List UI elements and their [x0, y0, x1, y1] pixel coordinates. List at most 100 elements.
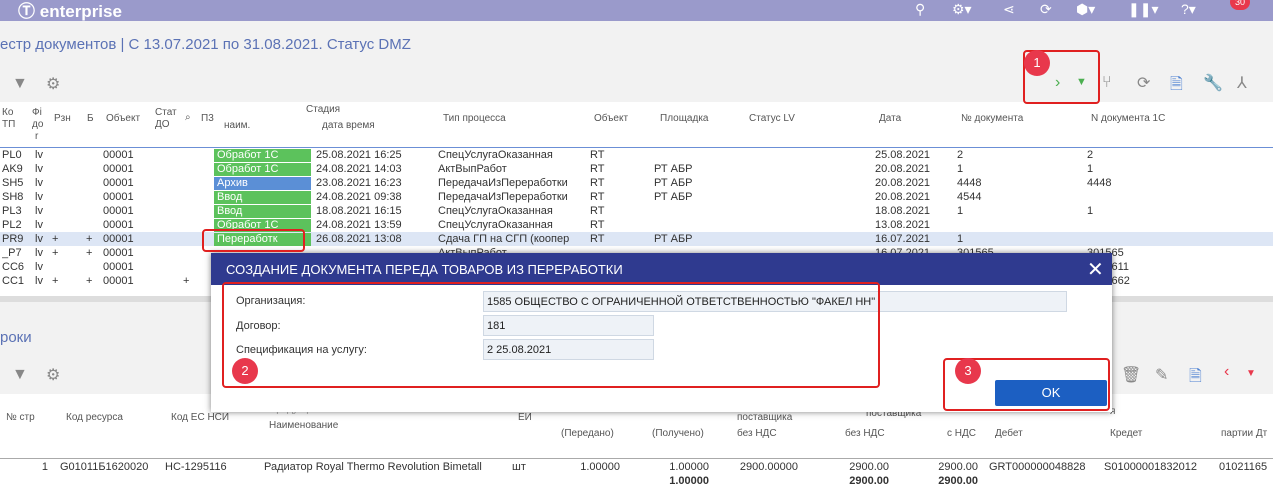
grid-cell-nd[interactable]: 2 [957, 149, 1077, 161]
lower-settings-icon[interactable]: ⚙ [46, 365, 60, 385]
col-do[interactable]: до [32, 119, 43, 130]
grid-cell-k[interactable]: SH5 [2, 177, 30, 189]
grid-cell-date[interactable]: 13.08.2021 [875, 219, 950, 231]
grid-cell-tip[interactable]: СпецУслугаОказанная [438, 149, 583, 161]
grid-cell-r[interactable]: + [52, 247, 62, 259]
grid-cell-b[interactable]: + [86, 275, 96, 287]
col-without-vat-1[interactable]: без НДС [737, 428, 777, 439]
grid-cell-dt[interactable]: 25.08.2021 16:25 [316, 149, 434, 161]
col-line-no[interactable]: № стр [6, 412, 35, 423]
grid-cell-date[interactable]: 16.07.2021 [875, 233, 950, 245]
grid-cell-n1[interactable]: 301565 [1087, 247, 1273, 259]
col-with-vat[interactable]: с НДС [947, 428, 976, 439]
grid-cell-f[interactable]: lv [35, 247, 49, 259]
grid-cell-pl[interactable]: РТ АБР [654, 191, 734, 203]
col-debit[interactable]: Дебет [995, 428, 1023, 439]
col-process-type[interactable]: Тип процесса [443, 113, 506, 124]
col-es-code[interactable]: Код ЕС НСИ [171, 412, 229, 423]
col-object[interactable]: Объект [594, 113, 628, 124]
pause-icon[interactable]: ❚❚▾ [1128, 0, 1159, 21]
grid-cell-pl[interactable]: РТ АБР [654, 163, 734, 175]
grid-cell-k[interactable]: CC6 [2, 261, 30, 273]
col-without-vat-2[interactable]: без НДС [845, 428, 885, 439]
notification-badge[interactable]: 30 [1230, 0, 1250, 10]
trash-icon[interactable]: 🗑 [1121, 365, 1141, 385]
document-icon[interactable]: 🗎 [1170, 73, 1183, 100]
grid-cell-ob[interactable]: RT [590, 149, 640, 161]
grid-cell-dt[interactable]: 24.08.2021 14:03 [316, 163, 434, 175]
col-received[interactable]: (Получено) [652, 428, 704, 439]
stage-badge[interactable]: Обработ 1С [214, 149, 311, 162]
grid-cell-f[interactable]: lv [35, 261, 49, 273]
col-fi[interactable]: Фi [32, 107, 42, 118]
grid-cell-nd[interactable]: 1 [957, 163, 1077, 175]
gear-icon[interactable]: ⚙▾ [952, 0, 972, 21]
grid-cell-n1[interactable]: 4448 [1087, 177, 1273, 189]
col-name[interactable]: Наименование [269, 420, 338, 431]
grid-cell-b[interactable]: + [86, 247, 96, 259]
stage-badge[interactable]: Архив [214, 177, 311, 190]
grid-cell-k[interactable]: _P7 [2, 247, 30, 259]
col-unit[interactable]: ЕИ [518, 412, 532, 423]
grid-cell-o[interactable]: 00001 [103, 219, 151, 231]
grid-cell-date[interactable]: 20.08.2021 [875, 177, 950, 189]
help-icon[interactable]: ?▾ [1181, 0, 1196, 21]
grid-cell-o[interactable]: 00001 [103, 191, 151, 203]
grid-cell-b[interactable]: + [86, 233, 96, 245]
grid-cell-f[interactable]: lv [35, 177, 49, 189]
col-stage[interactable]: Стадия [306, 104, 340, 115]
grid-cell-nd[interactable]: 1 [957, 205, 1077, 217]
stage-badge[interactable]: Обработ 1С [214, 163, 311, 176]
grid-cell-f[interactable]: lv [35, 191, 49, 203]
grid-cell-dt[interactable]: 24.08.2021 09:38 [316, 191, 434, 203]
grid-cell-o[interactable]: 00001 [103, 261, 151, 273]
lower-filter-icon[interactable]: ▼ [12, 366, 28, 384]
settings-icon[interactable]: ⚙ [46, 74, 60, 94]
grid-cell-date[interactable]: 20.08.2021 [875, 163, 950, 175]
grid-cell-tip[interactable]: СпецУслугаОказанная [438, 219, 583, 231]
attach-icon[interactable]: ⌕ [185, 112, 191, 123]
grid-cell-k[interactable]: PR9 [2, 233, 30, 245]
col-resource-code[interactable]: Код ресурса [66, 412, 123, 423]
col-credit[interactable]: Кредет [1110, 428, 1142, 439]
grid-cell-s[interactable]: + [183, 275, 193, 287]
grid-cell-o[interactable]: 00001 [103, 205, 151, 217]
grid-cell-k[interactable]: PL2 [2, 219, 30, 231]
col-doc-number-1c[interactable]: N документа 1С [1091, 113, 1165, 124]
col-kod[interactable]: Ко [2, 107, 13, 118]
grid-cell-o[interactable]: 00001 [103, 233, 151, 245]
grid-cell-f[interactable]: lv [35, 219, 49, 231]
col-rzn[interactable]: Рзн [54, 113, 71, 124]
col-stage-datetime[interactable]: дата время [322, 120, 375, 131]
grid-cell-n1[interactable]: 0004611 [1087, 261, 1273, 273]
col-r[interactable]: r [35, 131, 38, 142]
stage-badge[interactable]: Ввод [214, 205, 311, 218]
grid-cell-n1[interactable]: 2 [1087, 149, 1273, 161]
grid-cell-f[interactable]: lv [35, 275, 49, 287]
stage-badge[interactable]: Ввод [214, 191, 311, 204]
grid-cell-dt[interactable]: 24.08.2021 13:59 [316, 219, 434, 231]
col-tp[interactable]: ТП [2, 119, 15, 130]
col-stage-name[interactable]: наим. [224, 120, 250, 131]
grid-cell-k[interactable]: PL3 [2, 205, 30, 217]
grid-cell-f[interactable]: lv [35, 149, 49, 161]
chevron-left-icon[interactable]: ‹ [1224, 363, 1229, 381]
grid-cell-f[interactable]: lv [35, 163, 49, 175]
grid-cell-nd[interactable]: 1 [957, 233, 1077, 245]
grid-cell-r[interactable]: + [52, 233, 62, 245]
grid-cell-tip[interactable]: АктВыпРабот [438, 163, 583, 175]
filter-icon[interactable]: ▼ [12, 75, 28, 93]
grid-cell-k[interactable]: CC1 [2, 275, 30, 287]
grid-cell-dt[interactable]: 23.08.2021 16:23 [316, 177, 434, 189]
grid-cell-date[interactable]: 20.08.2021 [875, 191, 950, 203]
grid-cell-n1[interactable]: 1 [1087, 163, 1273, 175]
grid-cell-ob[interactable]: RT [590, 219, 640, 231]
grid-cell-date[interactable]: 18.08.2021 [875, 205, 950, 217]
grid-cell-f[interactable]: lv [35, 233, 49, 245]
grid-cell-o[interactable]: 00001 [103, 163, 151, 175]
branch-icon[interactable]: ⑂ [1102, 74, 1112, 92]
edit-icon[interactable]: ✎ [1155, 365, 1168, 385]
col-batches[interactable]: партии Дт [1221, 428, 1267, 439]
wrench-icon[interactable]: 🔧 [1203, 73, 1223, 93]
grid-cell-o[interactable]: 00001 [103, 149, 151, 161]
